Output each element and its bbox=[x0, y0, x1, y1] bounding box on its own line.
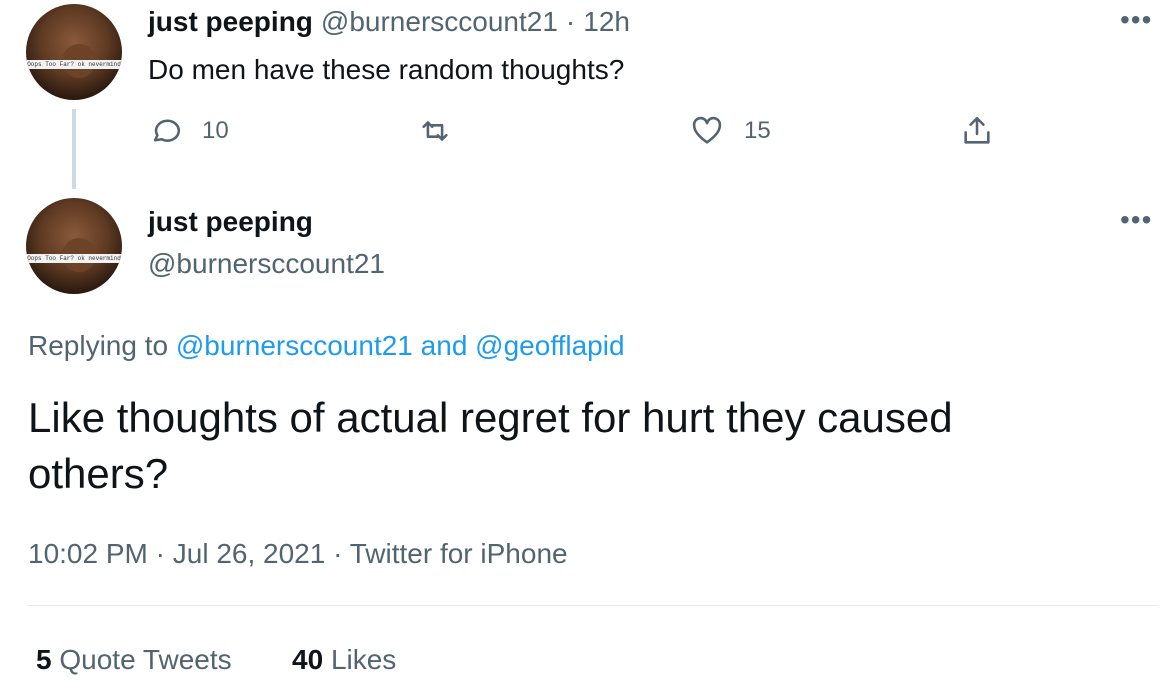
tweet-date[interactable]: Jul 26, 2021 bbox=[173, 538, 326, 569]
more-icon[interactable]: ••• bbox=[1120, 204, 1152, 236]
tweet-meta: 10:02 PM · Jul 26, 2021 · Twitter for iP… bbox=[28, 538, 568, 570]
display-name[interactable]: just peeping bbox=[148, 206, 313, 238]
avatar-caption: Oops Too Far? ok nevermind bbox=[26, 253, 122, 263]
mention-link[interactable]: @geofflapid bbox=[475, 330, 624, 361]
retweet-button[interactable] bbox=[418, 114, 452, 148]
thread-line bbox=[72, 109, 76, 189]
tweet-text: Like thoughts of actual regret for hurt … bbox=[28, 394, 953, 497]
avatar[interactable]: Oops Too Far? ok nevermind bbox=[26, 4, 122, 100]
user-handle[interactable]: @burnersccount21 bbox=[148, 248, 385, 280]
separator: · bbox=[565, 6, 576, 37]
share-button[interactable] bbox=[960, 114, 994, 148]
separator: · bbox=[155, 538, 165, 569]
separator: · bbox=[333, 538, 343, 569]
reply-count: 10 bbox=[202, 117, 229, 144]
mention-and[interactable]: and bbox=[421, 330, 468, 361]
replying-to: Replying to @burnersccount21 and @geoffl… bbox=[28, 330, 625, 362]
like-count: 15 bbox=[744, 117, 771, 144]
retweet-icon bbox=[422, 121, 448, 141]
like-button[interactable]: 15 bbox=[690, 114, 771, 148]
tweet-source[interactable]: Twitter for iPhone bbox=[350, 538, 568, 569]
divider bbox=[28, 605, 1158, 606]
quote-tweets-stat[interactable]: 5 Quote Tweets bbox=[36, 644, 232, 676]
quote-count: 5 bbox=[36, 644, 52, 675]
tweet-time[interactable]: 10:02 PM bbox=[28, 538, 148, 569]
heart-icon bbox=[692, 116, 722, 144]
replying-prefix: Replying to bbox=[28, 330, 169, 361]
reply-icon bbox=[153, 119, 181, 142]
likes-count: 40 bbox=[292, 644, 324, 675]
tweet-time[interactable]: 12h bbox=[583, 6, 630, 38]
user-handle[interactable]: @burnersccount21 bbox=[321, 6, 558, 38]
mention-link[interactable]: @burnersccount21 bbox=[176, 330, 413, 361]
more-icon[interactable]: ••• bbox=[1120, 4, 1152, 36]
likes-stat[interactable]: 40 Likes bbox=[292, 644, 396, 676]
quote-label: Quote Tweets bbox=[59, 644, 232, 675]
tweet-header: just peeping @burnersccount21 · 12h bbox=[148, 6, 630, 38]
likes-label: Likes bbox=[330, 644, 397, 675]
avatar-caption: Oops Too Far? ok nevermind bbox=[26, 59, 122, 69]
display-name[interactable]: just peeping bbox=[148, 6, 313, 38]
avatar[interactable]: Oops Too Far? ok nevermind bbox=[26, 198, 122, 294]
share-icon bbox=[964, 116, 990, 144]
reply-button[interactable]: 10 bbox=[148, 114, 229, 148]
tweet-text: Do men have these random thoughts? bbox=[148, 54, 625, 85]
